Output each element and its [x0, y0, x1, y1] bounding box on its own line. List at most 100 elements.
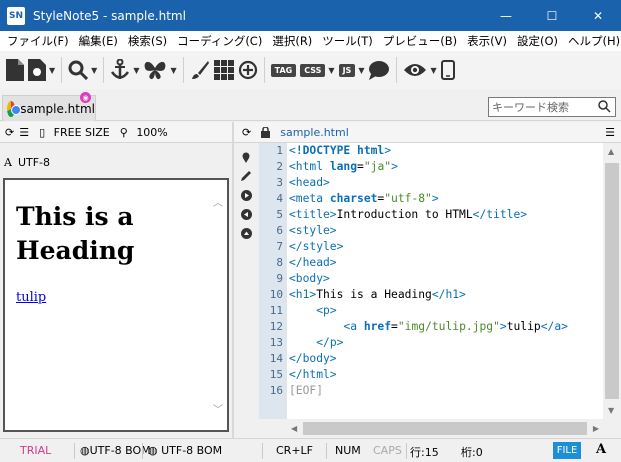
js-button[interactable]: JS ▼: [338, 55, 365, 85]
minimize-button[interactable]: —: [483, 0, 529, 31]
file-tab-label: sample.html: [20, 101, 95, 116]
size-selector[interactable]: ▯ FREE SIZE: [34, 126, 110, 139]
maximize-button[interactable]: ☐: [529, 0, 575, 31]
line-number: 15: [269, 368, 283, 381]
code-line: <head>: [289, 176, 330, 189]
save-encoding[interactable]: ◍ UTF-8 BOM: [148, 444, 222, 457]
search-input[interactable]: キーワード検索: [488, 97, 616, 117]
editor-vertical-scrollbar[interactable]: ▲ ▼: [603, 143, 621, 419]
code-line: <h1>This is a Heading</h1>: [289, 288, 466, 301]
grid-icon: [213, 60, 234, 80]
editor-tool-gutter: [234, 143, 259, 439]
add-button[interactable]: [238, 55, 258, 85]
new-file-icon: [6, 59, 24, 81]
scroll-thumb[interactable]: [605, 163, 619, 399]
up-icon[interactable]: [240, 227, 252, 239]
scroll-right-icon[interactable]: ▶: [593, 424, 599, 433]
status-divider: [142, 443, 143, 459]
previous-icon[interactable]: [240, 208, 252, 220]
preview-encoding-row: A UTF-8: [0, 151, 232, 173]
anchor-button[interactable]: ▼: [110, 55, 139, 85]
line-number: 13: [269, 336, 283, 349]
toolbar-divider: [61, 57, 63, 83]
open-file-button[interactable]: ▼: [28, 55, 55, 85]
line-number: 8: [276, 256, 283, 269]
line-ending[interactable]: CR+LF: [276, 444, 313, 457]
line-number: 5: [276, 208, 283, 221]
toolbar-divider: [263, 57, 265, 83]
close-button[interactable]: ✕: [575, 0, 621, 31]
chevron-down-icon: ▼: [430, 65, 437, 75]
butterfly-button[interactable]: ▼: [143, 55, 177, 85]
code-editor[interactable]: <!DOCTYPE html> <html lang="ja"> <head> …: [287, 143, 603, 419]
chevron-down-icon: ▼: [133, 65, 140, 75]
editor-horizontal-scrollbar[interactable]: ◀ ▶: [287, 419, 603, 438]
code-line: </head>: [289, 256, 337, 269]
eof-marker: [EOF]: [289, 384, 324, 397]
line-number: 12: [269, 320, 283, 333]
chevron-down-icon: ▼: [358, 65, 365, 75]
scroll-up-icon[interactable]: ︿: [213, 194, 223, 209]
code-line: <style>: [289, 224, 337, 237]
code-line: </body>: [289, 352, 337, 365]
menu-tools[interactable]: ツール(T): [317, 33, 378, 49]
menu-view[interactable]: 表示(V): [462, 33, 512, 49]
scroll-thumb[interactable]: [303, 422, 587, 435]
scroll-up-icon[interactable]: ▲: [608, 147, 614, 156]
menu-edit[interactable]: 編集(E): [74, 33, 123, 49]
grid-button[interactable]: [213, 55, 234, 85]
toolbar-divider: [396, 57, 398, 83]
open-file-icon: [28, 59, 46, 81]
next-icon[interactable]: [240, 189, 252, 201]
comment-button[interactable]: [368, 55, 390, 85]
new-file-button[interactable]: [6, 55, 24, 85]
font-icon: A: [4, 155, 12, 169]
file-badge[interactable]: FILE: [553, 442, 581, 459]
menu-help[interactable]: ヘルプ(H): [563, 33, 621, 49]
menu-coding[interactable]: コーディング(C): [172, 33, 267, 49]
chevron-down-icon: ▼: [91, 65, 98, 75]
scroll-down-icon[interactable]: ﹀: [213, 401, 223, 416]
menu-select[interactable]: 選択(R): [267, 33, 317, 49]
zoom-icon: ⚲: [119, 125, 128, 139]
menu-settings[interactable]: 設定(O): [512, 33, 563, 49]
lock-icon[interactable]: [261, 126, 271, 138]
refresh-icon[interactable]: ⟳: [242, 126, 251, 139]
refresh-icon[interactable]: ⟳: [5, 126, 14, 139]
preview-scrollbar[interactable]: ︿ ﹀: [209, 180, 227, 430]
source-encoding[interactable]: ◍UTF-8 BOM: [80, 444, 151, 457]
menu-preview[interactable]: プレビュー(B): [378, 33, 462, 49]
save-encoding-label: UTF-8 BOM: [161, 444, 223, 457]
css-button[interactable]: CSS ▼: [300, 55, 335, 85]
line-number: 3: [276, 176, 283, 189]
tag-button[interactable]: TAG: [270, 55, 297, 85]
menu-icon[interactable]: ☰: [605, 126, 615, 139]
menu-file[interactable]: ファイル(F): [2, 33, 74, 49]
menu-search[interactable]: 検索(S): [123, 33, 172, 49]
title-bar: SN StyleNote5 - sample.html — ☐ ✕: [0, 0, 621, 31]
code-line: <html lang="ja">: [289, 160, 398, 173]
pin-icon[interactable]: [240, 151, 252, 163]
menu-icon[interactable]: ☰: [19, 126, 29, 139]
file-tab[interactable]: sample.html ◉: [2, 92, 96, 121]
code-line: </style>: [289, 240, 344, 253]
status-divider: [406, 443, 407, 459]
preview-heading: This is a Heading: [16, 202, 135, 265]
close-tab-icon[interactable]: ◉: [80, 92, 91, 103]
search-button[interactable]: ▼: [68, 55, 97, 85]
zoom-selector[interactable]: ⚲ 100%: [115, 126, 168, 139]
preview-toggle-button[interactable]: ▼: [403, 55, 437, 85]
line-number: 10: [269, 288, 283, 301]
mobile-preview-button[interactable]: [440, 55, 455, 85]
chevron-down-icon: ▼: [170, 65, 177, 75]
brush-button[interactable]: [190, 55, 210, 85]
toolbar: ▼ ▼ ▼ ▼ TAG CSS ▼ JS ▼ ▼: [0, 51, 621, 89]
code-line: <p>: [316, 304, 337, 317]
font-icon[interactable]: A: [596, 442, 606, 457]
preview-link[interactable]: tulip: [16, 290, 46, 305]
scroll-down-icon[interactable]: ▼: [608, 406, 614, 415]
size-label: FREE SIZE: [53, 125, 110, 139]
pencil-icon[interactable]: [240, 170, 252, 182]
scroll-left-icon[interactable]: ◀: [291, 424, 297, 433]
search-icon[interactable]: [598, 100, 611, 113]
